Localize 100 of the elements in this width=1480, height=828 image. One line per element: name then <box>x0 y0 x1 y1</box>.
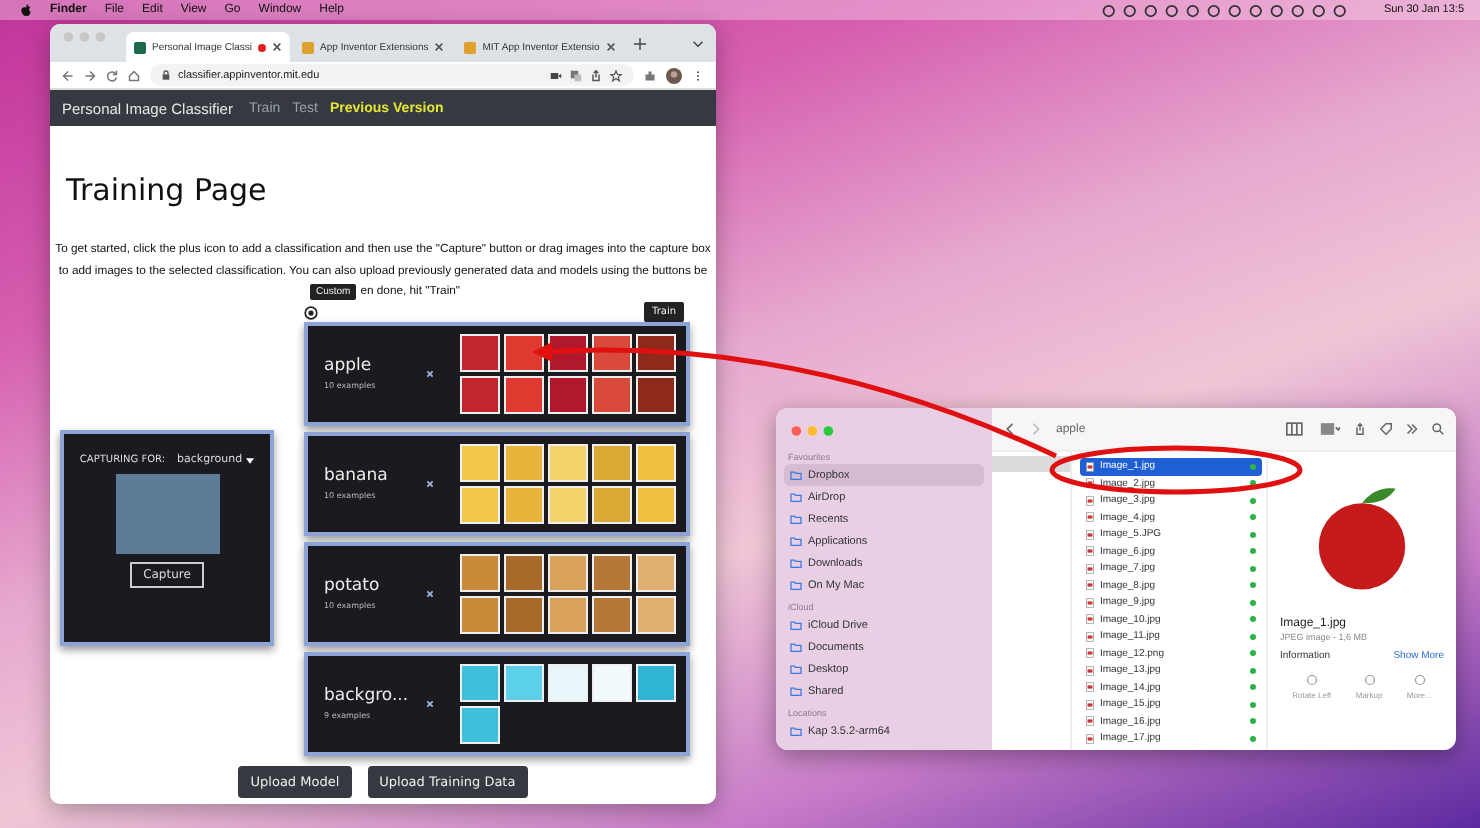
image-file-icon <box>1086 546 1094 557</box>
photo-placeholder[interactable] <box>548 375 588 413</box>
share-icon[interactable] <box>1354 422 1366 436</box>
photo-placeholder[interactable] <box>636 443 676 481</box>
photo-placeholder[interactable] <box>460 553 500 591</box>
close-icon[interactable] <box>272 42 283 52</box>
back-icon[interactable] <box>62 69 74 81</box>
search-icon[interactable] <box>1432 422 1444 436</box>
photo-placeholder[interactable] <box>460 485 500 523</box>
translate-icon[interactable] <box>570 69 582 81</box>
site-icon <box>464 41 477 53</box>
photo-placeholder[interactable] <box>504 485 544 523</box>
tag-dot-icon <box>1250 701 1256 708</box>
tag-dot-icon <box>1250 480 1256 487</box>
tag-dot-icon <box>1250 667 1256 674</box>
image-file-icon <box>1086 478 1094 489</box>
delete-icon[interactable] <box>426 699 434 707</box>
class-name: potato <box>324 576 382 596</box>
photo-placeholder[interactable] <box>504 553 544 591</box>
star-icon[interactable] <box>610 69 622 81</box>
delete-icon[interactable] <box>426 479 434 487</box>
photo-placeholder[interactable] <box>592 595 632 633</box>
camera-icon[interactable] <box>550 69 562 81</box>
class-name: banana <box>324 466 390 486</box>
photo-placeholder[interactable] <box>636 485 676 523</box>
photo-placeholder[interactable] <box>636 553 676 591</box>
site-icon <box>134 41 146 53</box>
tag-dot-icon <box>1250 497 1256 504</box>
home-icon[interactable] <box>128 69 140 81</box>
photo-placeholder[interactable] <box>460 443 500 481</box>
close-icon[interactable] <box>434 42 445 52</box>
photo-placeholder[interactable] <box>460 705 500 743</box>
tag-dot-icon <box>1250 582 1256 589</box>
close-icon[interactable] <box>605 42 616 52</box>
column-view-icon[interactable] <box>1286 422 1306 436</box>
image-file-icon <box>1086 648 1094 659</box>
photo-placeholder[interactable] <box>592 375 632 413</box>
tag-dot-icon <box>1250 565 1256 572</box>
lock-icon <box>162 70 170 80</box>
image-file-icon <box>1086 716 1094 727</box>
photo-placeholder[interactable] <box>460 595 500 633</box>
tag-dot-icon <box>1250 599 1256 606</box>
more-icon[interactable] <box>1406 422 1418 436</box>
photo-placeholder[interactable] <box>504 595 544 633</box>
photo-placeholder[interactable] <box>460 333 500 371</box>
photo-placeholder[interactable] <box>636 375 676 413</box>
folder-icon <box>790 726 802 736</box>
photo-placeholder[interactable] <box>592 443 632 481</box>
photo-placeholder[interactable] <box>592 663 632 701</box>
image-file-icon <box>1086 580 1094 591</box>
tag-dot-icon <box>1250 514 1256 521</box>
reload-icon[interactable] <box>106 69 118 81</box>
image-file-icon <box>1086 682 1094 693</box>
profile-avatar-icon[interactable] <box>666 67 682 83</box>
tag-dot-icon <box>1250 650 1256 657</box>
photo-placeholder[interactable] <box>504 333 544 371</box>
tag-dot-icon <box>1250 548 1256 555</box>
apple-logo-icon[interactable] <box>20 3 32 17</box>
image-file-icon <box>1086 461 1094 472</box>
share-icon[interactable] <box>590 69 602 81</box>
photo-placeholder[interactable] <box>504 443 544 481</box>
photo-placeholder[interactable] <box>548 443 588 481</box>
image-file-icon <box>1086 563 1094 574</box>
photo-placeholder[interactable] <box>592 553 632 591</box>
image-file-icon <box>1086 631 1094 642</box>
back-icon[interactable] <box>1004 422 1016 436</box>
image-file-icon <box>1086 597 1094 608</box>
recording-dot-icon <box>258 43 267 51</box>
photo-placeholder[interactable] <box>548 663 588 701</box>
delete-icon[interactable] <box>426 369 434 377</box>
tag-icon[interactable] <box>1380 422 1392 436</box>
new-tab-icon[interactable] <box>633 37 646 49</box>
photo-placeholder[interactable] <box>504 663 544 701</box>
chevron-down-icon[interactable] <box>692 39 704 47</box>
delete-icon[interactable] <box>426 589 434 597</box>
image-file-icon <box>1086 699 1094 710</box>
photo-placeholder[interactable] <box>460 375 500 413</box>
tag-dot-icon <box>1250 531 1256 538</box>
tag-dot-icon <box>1250 684 1256 691</box>
tag-dot-icon <box>1250 718 1256 725</box>
action-icon <box>1305 674 1318 686</box>
image-file-icon <box>1086 529 1094 540</box>
site-icon <box>302 41 315 53</box>
extensions-icon[interactable] <box>644 69 656 81</box>
class-name: backgro... <box>324 686 411 706</box>
photo-placeholder[interactable] <box>504 375 544 413</box>
photo-placeholder[interactable] <box>548 595 588 633</box>
photo-placeholder[interactable] <box>636 663 676 701</box>
photo-placeholder[interactable] <box>548 553 588 591</box>
webcam-photo-placeholder <box>115 474 219 554</box>
caret-icon <box>246 457 255 463</box>
group-icon[interactable] <box>1320 422 1340 436</box>
photo-placeholder[interactable] <box>548 485 588 523</box>
selected-folder-row[interactable] <box>992 456 1070 472</box>
photo-placeholder[interactable] <box>592 485 632 523</box>
forward-icon[interactable] <box>84 69 96 81</box>
image-file-icon <box>1086 512 1094 523</box>
photo-placeholder[interactable] <box>636 595 676 633</box>
photo-placeholder[interactable] <box>460 663 500 701</box>
tag-dot-icon <box>1250 735 1256 742</box>
